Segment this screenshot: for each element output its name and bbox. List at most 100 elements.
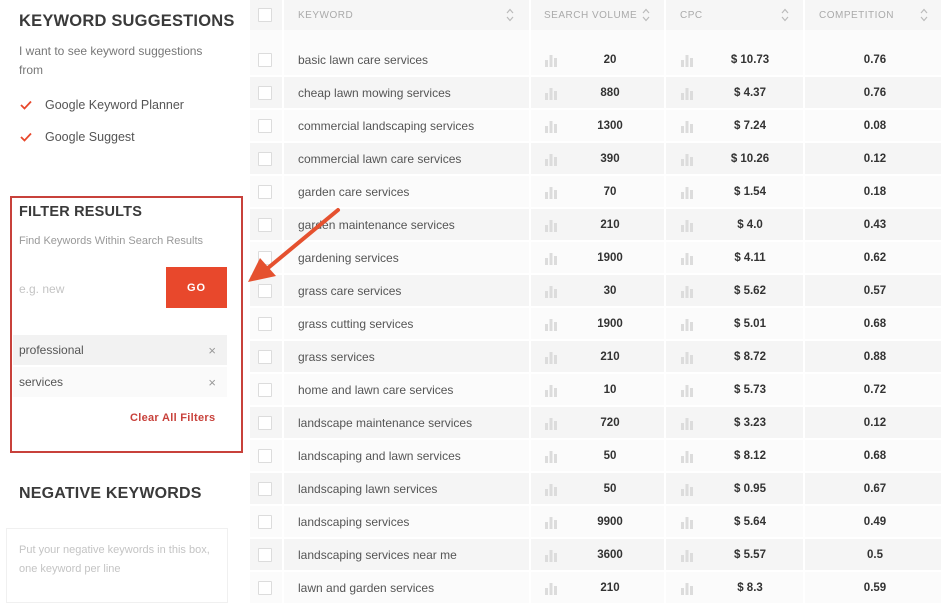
keyword-cell: basic lawn care services [298, 52, 429, 67]
checkmark-icon[interactable] [19, 98, 33, 112]
table-row[interactable]: lawn and garden services 210 $ 8.3 0.59 [250, 572, 941, 603]
column-divider [803, 0, 805, 603]
row-checkbox[interactable] [258, 482, 272, 496]
close-icon[interactable]: × [208, 375, 216, 390]
keyword-cell: grass care services [298, 283, 402, 298]
cpc-cell: $ 1.54 [734, 185, 766, 198]
search-volume-cell: 390 [600, 152, 620, 165]
filter-tag-label: services [19, 375, 64, 389]
select-all-checkbox[interactable] [258, 8, 272, 22]
competition-cell: 0.76 [863, 86, 887, 99]
table-row[interactable]: landscaping lawn services 50 $ 0.95 0.67 [250, 473, 941, 506]
row-checkbox[interactable] [258, 383, 272, 397]
table-row[interactable]: landscaping services near me 3600 $ 5.57 0.… [250, 539, 941, 572]
go-button[interactable]: GO [166, 267, 227, 308]
search-volume-cell: 1900 [597, 317, 623, 330]
competition-cell: 0.68 [863, 317, 887, 330]
row-checkbox[interactable] [258, 317, 272, 331]
column-divider [664, 0, 666, 603]
competition-cell: 0.43 [863, 218, 887, 231]
table-row[interactable]: landscaping and lawn services 50 $ 8.12 0.6… [250, 440, 941, 473]
keyword-cell: landscaping lawn services [298, 481, 438, 496]
cpc-cell: $ 4.0 [737, 218, 763, 231]
row-checkbox[interactable] [258, 86, 272, 100]
table-row[interactable]: landscape maintenance services 720 $ 3.23 0… [250, 407, 941, 440]
row-checkbox[interactable] [258, 515, 272, 529]
option-google-suggest[interactable]: Google Suggest [19, 130, 135, 144]
sort-icon[interactable] [506, 8, 514, 22]
row-checkbox[interactable] [258, 284, 272, 298]
sort-icon[interactable] [642, 8, 650, 22]
row-checkbox[interactable] [258, 350, 272, 364]
table-row[interactable]: commercial landscaping services 1300 $ 7.2… [250, 110, 941, 143]
table-row[interactable]: landscaping services 9900 $ 5.64 0.49 [250, 506, 941, 539]
row-checkbox[interactable] [258, 185, 272, 199]
negative-keywords-placeholder: Put your negative keywords in this box, … [19, 544, 210, 575]
search-volume-cell: 20 [603, 53, 617, 66]
table-row[interactable]: commercial lawn care services 390 $ 10.26 0… [250, 143, 941, 176]
row-checkbox[interactable] [258, 251, 272, 265]
filter-results-description: Find Keywords Within Search Results [19, 235, 204, 247]
table-row[interactable]: grass services 210 $ 8.72 0.88 [250, 341, 941, 374]
keyword-cell: gardening services [298, 250, 399, 265]
cpc-cell: $ 10.73 [730, 53, 770, 66]
row-checkbox[interactable] [258, 152, 272, 166]
competition-cell: 0.5 [867, 548, 883, 561]
competition-cell: 0.08 [863, 119, 887, 132]
clear-all-filters-link[interactable]: Clear All Filters [130, 412, 215, 424]
column-header-cpc[interactable]: CPC [680, 0, 703, 30]
row-checkbox[interactable] [258, 416, 272, 430]
competition-cell: 0.68 [863, 449, 887, 462]
table-row[interactable]: basic lawn care services 20 $ 10.73 0.76 [250, 44, 941, 77]
competition-cell: 0.59 [863, 581, 887, 594]
keyword-cell: home and lawn care services [298, 382, 454, 397]
competition-cell: 0.12 [863, 152, 887, 165]
row-checkbox[interactable] [258, 548, 272, 562]
close-icon[interactable]: × [208, 343, 216, 358]
column-header-keyword[interactable]: KEYWORD [298, 0, 353, 30]
search-volume-cell: 210 [600, 218, 620, 231]
search-volume-cell: 210 [600, 350, 620, 363]
row-checkbox[interactable] [258, 53, 272, 67]
sidebar: KEYWORD SUGGESTIONS I want to see keywor… [0, 0, 250, 603]
table-row[interactable]: grass cutting services 1900 $ 5.01 0.68 [250, 308, 941, 341]
cpc-cell: $ 4.11 [734, 251, 766, 264]
competition-cell: 0.62 [863, 251, 887, 264]
filter-tag-services: services × [13, 367, 227, 397]
option-google-keyword-planner[interactable]: Google Keyword Planner [19, 98, 184, 112]
column-header-search-volume[interactable]: SEARCH VOLUME [544, 0, 637, 30]
cpc-cell: $ 4.37 [734, 86, 766, 99]
row-checkbox[interactable] [258, 581, 272, 595]
column-header-competition[interactable]: COMPETITION [819, 0, 894, 30]
column-divider [282, 0, 284, 603]
search-volume-cell: 9900 [597, 515, 623, 528]
cpc-cell: $ 0.95 [734, 482, 766, 495]
table-row[interactable]: cheap lawn mowing services 880 $ 4.37 0.76 [250, 77, 941, 110]
table-row[interactable]: gardening services 1900 $ 4.11 0.62 [250, 242, 941, 275]
cpc-cell: $ 3.23 [734, 416, 766, 429]
keyword-table: KEYWORD SEARCH VOLUME CPC COMPETITION ba… [250, 0, 941, 603]
search-volume-cell: 10 [603, 383, 617, 396]
search-volume-cell: 210 [600, 581, 620, 594]
row-checkbox[interactable] [258, 119, 272, 133]
row-checkbox[interactable] [258, 218, 272, 232]
row-checkbox[interactable] [258, 449, 272, 463]
checkmark-icon[interactable] [19, 130, 33, 144]
table-row[interactable]: garden maintenance services 210 $ 4.0 0.43 [250, 209, 941, 242]
keyword-cell: garden maintenance services [298, 217, 455, 232]
sort-icon[interactable] [920, 8, 928, 22]
keyword-cell: cheap lawn mowing services [298, 85, 451, 100]
keyword-cell: lawn and garden services [298, 580, 435, 595]
table-header: KEYWORD SEARCH VOLUME CPC COMPETITION [250, 0, 941, 30]
keyword-suggestions-description: I want to see keyword suggestions from [19, 44, 203, 77]
keyword-cell: garden care services [298, 184, 410, 199]
table-row[interactable]: grass care services 30 $ 5.62 0.57 [250, 275, 941, 308]
sort-icon[interactable] [781, 8, 789, 22]
filter-input[interactable] [19, 279, 159, 299]
cpc-cell: $ 5.62 [734, 284, 766, 297]
cpc-cell: $ 5.64 [734, 515, 766, 528]
table-row[interactable]: garden care services 70 $ 1.54 0.18 [250, 176, 941, 209]
keyword-cell: landscaping and lawn services [298, 448, 461, 463]
table-row[interactable]: home and lawn care services 10 $ 5.73 0.72 [250, 374, 941, 407]
cpc-cell: $ 5.01 [734, 317, 766, 330]
